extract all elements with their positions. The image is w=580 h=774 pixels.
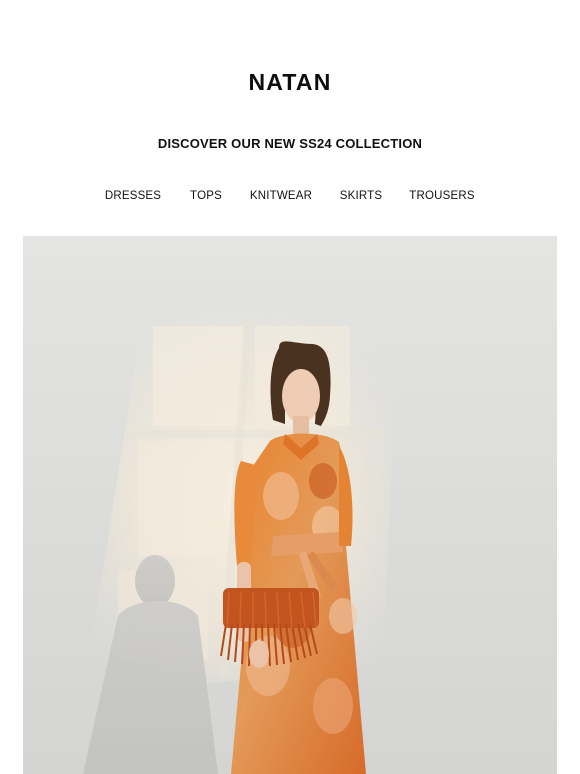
nav-link-trousers[interactable]: TROUSERS [409, 187, 475, 205]
nav-link-knitwear[interactable]: KNITWEAR [250, 187, 312, 205]
hero-image[interactable] [23, 236, 557, 774]
hero-illustration [83, 316, 398, 774]
category-nav: DRESSES TOPS KNITWEAR SKIRTS TROUSERS [0, 187, 580, 205]
brand-logo[interactable]: NATAN [0, 66, 580, 98]
nav-link-dresses[interactable]: DRESSES [105, 187, 161, 205]
model-hand [249, 640, 269, 668]
nav-link-tops[interactable]: TOPS [190, 187, 222, 205]
fringe-bag [220, 588, 319, 667]
collection-headline: DISCOVER OUR NEW SS24 COLLECTION [157, 136, 423, 151]
nav-link-skirts[interactable]: SKIRTS [340, 187, 383, 205]
